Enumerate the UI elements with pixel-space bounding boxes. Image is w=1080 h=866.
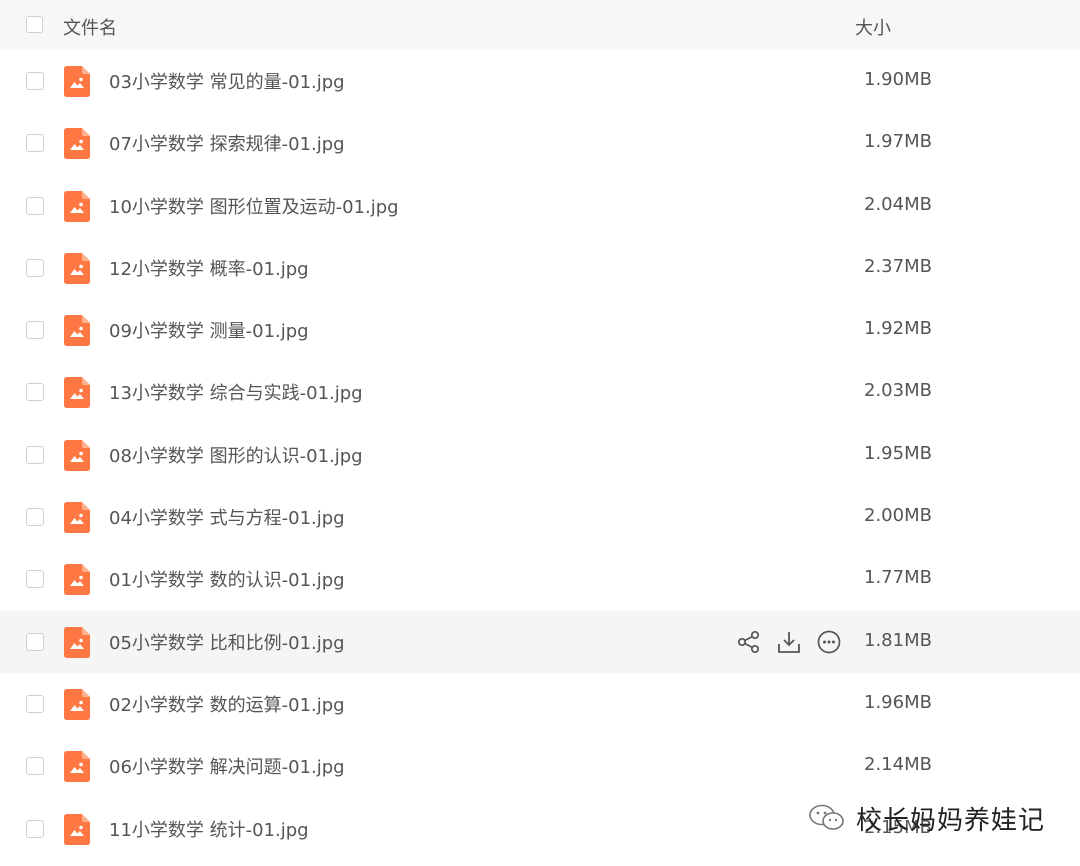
file-name[interactable]: 12小学数学 概率-01.jpg: [109, 255, 309, 281]
file-row[interactable]: 08小学数学 图形的认识-01.jpg 1.95MB: [0, 424, 1080, 486]
file-row[interactable]: 09小学数学 测量-01.jpg 1.92MB: [0, 299, 1080, 361]
image-file-icon: [64, 751, 90, 783]
file-name[interactable]: 13小学数学 综合与实践-01.jpg: [109, 379, 363, 405]
file-name[interactable]: 08小学数学 图形的认识-01.jpg: [109, 442, 363, 468]
file-list-header: 文件名 大小: [0, 0, 1080, 50]
image-file-icon: [64, 688, 90, 720]
file-row[interactable]: 04小学数学 式与方程-01.jpg 2.00MB: [0, 486, 1080, 548]
file-name[interactable]: 04小学数学 式与方程-01.jpg: [109, 504, 345, 530]
file-size: 1.81MB: [864, 629, 932, 651]
file-checkbox[interactable]: [26, 757, 44, 776]
file-checkbox[interactable]: [26, 196, 44, 215]
file-row[interactable]: 07小学数学 探索规律-01.jpg 1.97MB: [0, 112, 1080, 174]
file-size: 1.95MB: [864, 442, 932, 464]
download-icon[interactable]: [776, 629, 802, 655]
file-name[interactable]: 11小学数学 统计-01.jpg: [109, 816, 309, 842]
image-file-icon: [64, 502, 90, 534]
file-checkbox[interactable]: [26, 72, 44, 90]
file-checkbox[interactable]: [26, 508, 44, 527]
file-size: 1.92MB: [864, 318, 932, 340]
file-checkbox[interactable]: [26, 694, 44, 713]
file-row[interactable]: 13小学数学 综合与实践-01.jpg 2.03MB: [0, 361, 1080, 423]
file-row[interactable]: 10小学数学 图形位置及运动-01.jpg 2.04MB: [0, 175, 1080, 237]
column-header-name[interactable]: 文件名: [63, 14, 117, 40]
image-file-icon: [64, 439, 90, 471]
more-icon[interactable]: [816, 629, 842, 655]
wechat-icon: [809, 804, 844, 830]
file-checkbox[interactable]: [26, 134, 44, 153]
file-row[interactable]: 01小学数学 数的认识-01.jpg 1.77MB: [0, 548, 1080, 610]
file-size: 2.14MB: [864, 754, 932, 776]
file-name[interactable]: 10小学数学 图形位置及运动-01.jpg: [109, 193, 399, 219]
file-name[interactable]: 05小学数学 比和比例-01.jpg: [109, 629, 345, 655]
file-row[interactable]: 03小学数学 常见的量-01.jpg 1.90MB: [0, 50, 1080, 112]
file-list: 03小学数学 常见的量-01.jpg 1.90MB 07小学数学 探索规律-01.…: [0, 50, 1080, 860]
file-name[interactable]: 01小学数学 数的认识-01.jpg: [109, 566, 345, 592]
watermark-text: 校长妈妈养娃记: [856, 805, 1046, 836]
image-file-icon: [64, 190, 90, 222]
file-checkbox[interactable]: [26, 819, 44, 838]
file-checkbox[interactable]: [26, 445, 44, 464]
file-name[interactable]: 03小学数学 常见的量-01.jpg: [109, 68, 345, 94]
image-file-icon: [64, 377, 90, 409]
file-size: 2.03MB: [864, 380, 932, 402]
file-checkbox[interactable]: [26, 383, 44, 402]
file-name[interactable]: 07小学数学 探索规律-01.jpg: [109, 130, 345, 156]
file-row[interactable]: 12小学数学 概率-01.jpg 2.37MB: [0, 237, 1080, 299]
file-name[interactable]: 06小学数学 解决问题-01.jpg: [109, 753, 345, 779]
image-file-icon: [64, 564, 90, 596]
select-all-checkbox[interactable]: [26, 16, 43, 33]
file-checkbox[interactable]: [26, 258, 44, 277]
file-name[interactable]: 09小学数学 测量-01.jpg: [109, 317, 309, 343]
file-row[interactable]: 06小学数学 解决问题-01.jpg 2.14MB: [0, 735, 1080, 797]
file-row[interactable]: 02小学数学 数的运算-01.jpg 1.96MB: [0, 673, 1080, 735]
column-header-size[interactable]: 大小: [855, 14, 891, 40]
image-file-icon: [64, 128, 90, 160]
file-checkbox[interactable]: [26, 632, 44, 651]
file-size: 2.00MB: [864, 505, 932, 527]
file-size: 2.04MB: [864, 193, 932, 215]
file-size: 1.96MB: [864, 691, 932, 713]
file-checkbox[interactable]: [26, 570, 44, 589]
file-row[interactable]: 05小学数学 比和比例-01.jpg 1.81MB: [0, 610, 1080, 673]
image-file-icon: [64, 626, 90, 658]
file-size: 1.97MB: [864, 131, 932, 153]
file-size: 1.77MB: [864, 567, 932, 589]
image-file-icon: [64, 315, 90, 347]
share-icon[interactable]: [736, 629, 762, 655]
image-file-icon: [64, 813, 90, 845]
watermark: 校长妈妈养娃记: [808, 800, 1045, 836]
file-checkbox[interactable]: [26, 321, 44, 340]
file-size: 2.37MB: [864, 255, 932, 277]
row-actions: [736, 629, 842, 655]
file-name[interactable]: 02小学数学 数的运算-01.jpg: [109, 691, 345, 717]
file-size: 1.90MB: [864, 69, 932, 90]
image-file-icon: [64, 66, 90, 97]
image-file-icon: [64, 252, 90, 284]
